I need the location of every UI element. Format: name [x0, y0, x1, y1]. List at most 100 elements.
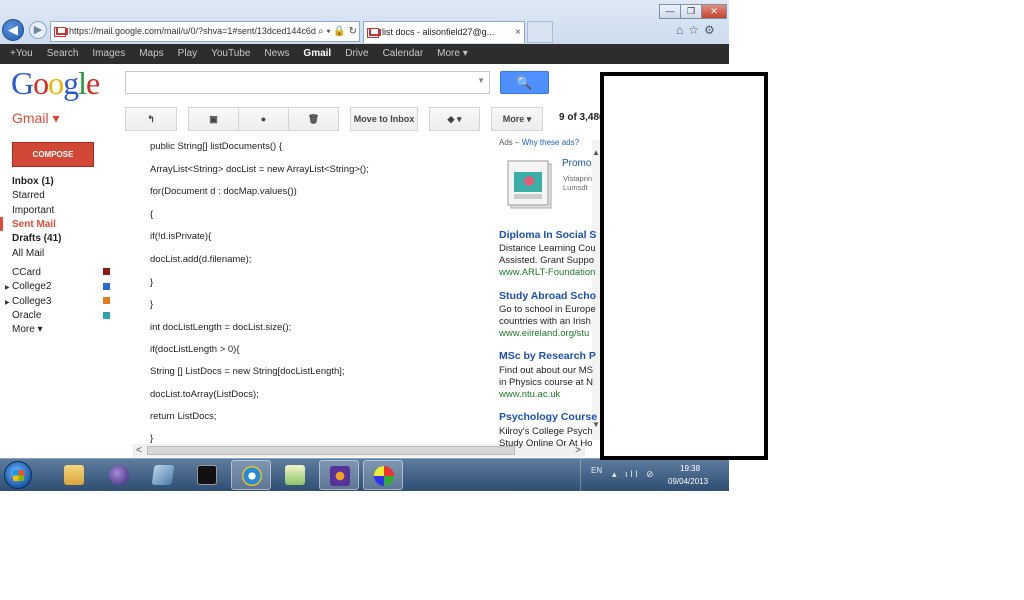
expand-college3-icon[interactable]: ▶: [5, 299, 10, 306]
ad-title[interactable]: Study Abroad Scho: [499, 290, 596, 302]
minimize-button[interactable]: —: [659, 4, 681, 19]
paint-icon: [374, 466, 394, 486]
tab-close-button[interactable]: ×: [515, 22, 521, 43]
home-favorites-tools-icons[interactable]: ⌂☆⚙: [676, 23, 720, 37]
gbar-images[interactable]: Images: [92, 48, 125, 59]
taskbar-app[interactable]: [275, 460, 315, 490]
label-college3[interactable]: College3: [12, 296, 51, 307]
ads-header: Ads – Why these ads?: [499, 138, 580, 147]
gmail-favicon-icon: [54, 26, 66, 37]
ad-text: in Physics course at N: [499, 377, 593, 388]
label-college2[interactable]: College2: [12, 281, 51, 292]
clock-time[interactable]: 19:38: [680, 464, 700, 473]
gbar-search[interactable]: Search: [47, 48, 79, 59]
ad-title[interactable]: MSc by Research P: [499, 350, 596, 362]
new-tab-button[interactable]: [527, 21, 553, 43]
ad-url[interactable]: www.eiireland.org/stu: [499, 328, 589, 339]
ad-text: Study Online Or At Ho: [499, 438, 593, 449]
address-url: https://mail.google.com/mail/u/0/?shva=1…: [69, 26, 316, 37]
scroll-up-icon[interactable]: ▲: [592, 148, 600, 157]
ad-title[interactable]: Psychology Course: [499, 411, 597, 423]
report-spam-button[interactable]: ●: [238, 107, 289, 131]
nav-inbox[interactable]: Inbox (1): [12, 176, 54, 187]
taskbar-app[interactable]: [143, 460, 183, 490]
ad-promo-title[interactable]: Promo: [562, 158, 591, 169]
taskbar-cmd[interactable]: [187, 460, 227, 490]
ad-title[interactable]: Diploma In Social S: [499, 229, 596, 241]
address-bar[interactable]: https://mail.google.com/mail/u/0/?shva=1…: [50, 21, 360, 42]
gbar-calendar[interactable]: Calendar: [383, 48, 424, 59]
google-bar: +You Search Images Maps Play YouTube News Gmail…: [0, 44, 729, 64]
forward-button[interactable]: ▶: [29, 21, 47, 39]
gbar-maps[interactable]: Maps: [139, 48, 163, 59]
label-ccard-color: [103, 268, 110, 275]
search-input[interactable]: ▼: [125, 71, 490, 94]
expand-college2-icon[interactable]: ▶: [5, 284, 10, 291]
ad-business-cards-image[interactable]: [505, 158, 555, 210]
code-line: ArrayList<String> docList = new ArrayLis…: [150, 164, 369, 175]
gmail-menu[interactable]: Gmail ▾: [12, 110, 59, 127]
scrollbar-thumb[interactable]: [147, 446, 515, 455]
move-to-inbox-button[interactable]: Move to Inbox: [350, 107, 418, 131]
code-line: for(Document d : docMap.values()): [150, 186, 297, 197]
internet-explorer-icon: [242, 466, 262, 486]
gbar-drive[interactable]: Drive: [345, 48, 368, 59]
tray-icons[interactable]: ▴ ıll ⊘: [612, 469, 657, 480]
ad-text: Go to school in Europe: [499, 304, 596, 315]
nav-sent-mail[interactable]: Sent Mail: [12, 219, 56, 230]
language-indicator[interactable]: EN: [591, 466, 602, 475]
google-logo[interactable]: Google: [11, 65, 100, 102]
back-to-sent-button[interactable]: ↰: [125, 107, 177, 131]
code-line: docList.add(d.filename);: [150, 254, 252, 265]
label-college2-color: [103, 283, 110, 290]
search-button[interactable]: 🔍: [500, 71, 549, 94]
compose-button[interactable]: COMPOSE: [12, 142, 94, 167]
taskbar-java[interactable]: [319, 460, 359, 490]
document-icon: [285, 465, 305, 485]
gbar-you[interactable]: +You: [10, 48, 33, 59]
ad-text: Distance Learning Cou: [499, 243, 596, 254]
gbar-gmail[interactable]: Gmail: [303, 48, 331, 59]
nav-more[interactable]: More ▾: [12, 324, 43, 335]
taskbar-eclipse[interactable]: [99, 460, 139, 490]
scroll-left-icon[interactable]: <: [136, 444, 142, 457]
ad-url[interactable]: www.ntu.ac.uk: [499, 389, 560, 400]
label-oracle[interactable]: Oracle: [12, 310, 41, 321]
label-oracle-color: [103, 312, 110, 319]
delete-button[interactable]: 🗑: [288, 107, 339, 131]
browser-tab[interactable]: list docs - alisonfield27@g... ×: [363, 21, 525, 43]
code-line: if(!d.isPrivate){: [150, 231, 212, 242]
gbar-play[interactable]: Play: [178, 48, 197, 59]
taskbar-explorer[interactable]: [54, 460, 94, 490]
nav-important[interactable]: Important: [12, 205, 54, 216]
window-controls: — ❐ ✕: [659, 1, 727, 19]
taskbar-internet-explorer[interactable]: [231, 460, 271, 490]
labels-button[interactable]: ◆ ▾: [429, 107, 480, 131]
start-button[interactable]: [4, 461, 32, 489]
nav-drafts[interactable]: Drafts (41): [12, 233, 61, 244]
clock-date[interactable]: 09/04/2013: [668, 477, 708, 486]
archive-button[interactable]: ▣: [188, 107, 239, 131]
gbar-youtube[interactable]: YouTube: [211, 48, 250, 59]
redaction-box: [600, 72, 768, 460]
close-window-button[interactable]: ✕: [701, 4, 727, 19]
taskbar-paint[interactable]: [363, 460, 403, 490]
code-line: int docListLength = docList.size();: [150, 322, 292, 333]
gbar-more[interactable]: More ▾: [437, 48, 468, 59]
code-line: docList.toArray(ListDocs);: [150, 389, 259, 400]
label-college3-color: [103, 297, 110, 304]
more-button[interactable]: More ▾: [491, 107, 543, 131]
nav-starred[interactable]: Starred: [12, 190, 45, 201]
gbar-news[interactable]: News: [264, 48, 289, 59]
label-ccard[interactable]: CCard: [12, 267, 41, 278]
back-button[interactable]: ◀: [2, 19, 24, 41]
why-these-ads-link[interactable]: Why these ads?: [522, 138, 579, 147]
nav-all-mail[interactable]: All Mail: [12, 248, 44, 259]
ad-text: countries with an Irish: [499, 316, 591, 327]
address-bar-icons[interactable]: ⌕ ▾ 🔒 ↻: [316, 22, 357, 41]
search-dropdown-icon[interactable]: ▼: [477, 76, 485, 85]
ad-text: Assisted. Grant Suppo: [499, 255, 595, 266]
command-prompt-icon: [197, 465, 217, 485]
ad-url[interactable]: www.ARLT-Foundation: [499, 267, 595, 278]
restore-button[interactable]: ❐: [680, 4, 702, 19]
